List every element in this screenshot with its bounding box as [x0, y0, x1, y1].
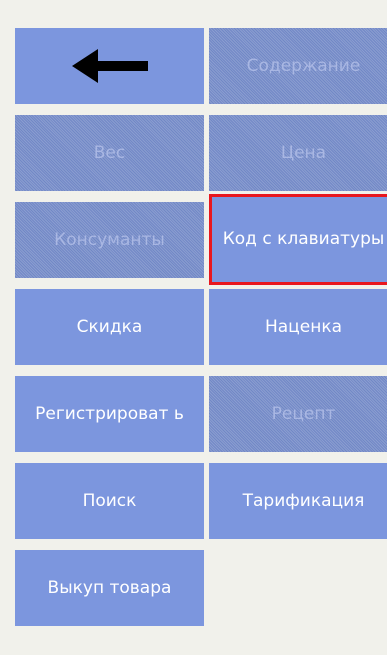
register-button[interactable]: Регистрироват ь: [15, 376, 204, 452]
weight-label: Вес: [93, 142, 126, 163]
markup-button[interactable]: Наценка: [209, 289, 387, 365]
markup-label: Наценка: [264, 316, 343, 337]
back-button[interactable]: [15, 28, 204, 104]
consumables-button[interactable]: Консуманты: [15, 202, 204, 278]
search-button[interactable]: Поиск: [15, 463, 204, 539]
content-button[interactable]: Содержание: [209, 28, 387, 104]
keyboard-code-button[interactable]: Код с клавиатуры: [209, 194, 387, 285]
price-label: Цена: [280, 142, 327, 163]
recipe-label: Рецепт: [271, 403, 336, 424]
search-label: Поиск: [82, 490, 137, 511]
register-label: Регистрироват ь: [35, 403, 184, 424]
tariffing-label: Тарификация: [242, 490, 365, 511]
buyback-button[interactable]: Выкуп товара: [15, 550, 204, 626]
back-arrow-icon: [71, 49, 148, 83]
content-label: Содержание: [246, 55, 361, 76]
consumables-label: Консуманты: [54, 229, 165, 250]
recipe-button[interactable]: Рецепт: [209, 376, 387, 452]
price-button[interactable]: Цена: [209, 115, 387, 191]
weight-button[interactable]: Вес: [15, 115, 204, 191]
discount-label: Скидка: [76, 316, 143, 337]
tariffing-button[interactable]: Тарификация: [209, 463, 387, 539]
keyboard-code-label: Код с клавиатуры: [222, 229, 385, 249]
discount-button[interactable]: Скидка: [15, 289, 204, 365]
buyback-label: Выкуп товара: [47, 577, 172, 598]
